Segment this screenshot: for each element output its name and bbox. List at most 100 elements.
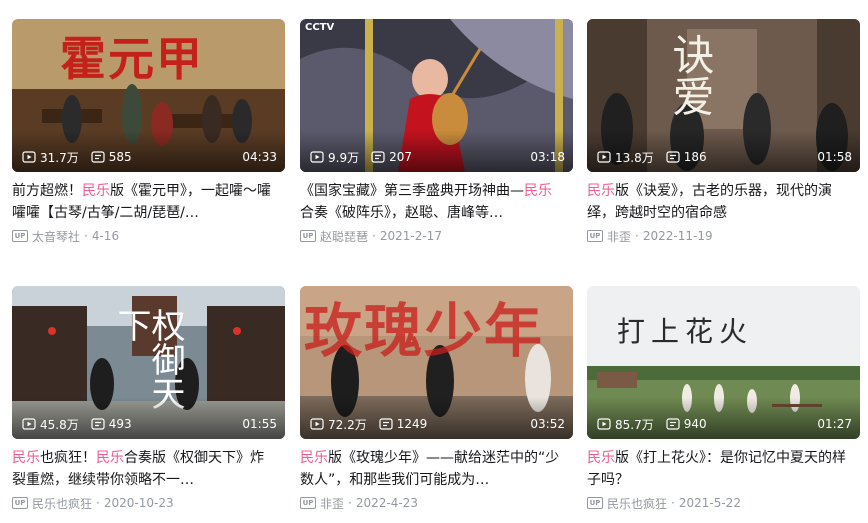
- title-text: 《国家宝藏》第三季盛典开场神曲—: [300, 183, 524, 199]
- video-thumbnail[interactable]: CCTV 9.9万 207 03:18: [300, 19, 573, 172]
- danmaku-count: 493: [91, 417, 132, 431]
- video-title[interactable]: 民乐版《玫瑰少年》——献给迷茫中的“少数人”，和那些我们可能成为…: [300, 447, 562, 491]
- play-count-icon: [597, 418, 611, 430]
- upload-date: 2021-2-17: [379, 229, 442, 243]
- title-keyword-highlight: 民乐: [587, 450, 615, 466]
- video-stats: 31.7万 585 04:33: [22, 148, 277, 166]
- video-grid: 霍元甲 31.7万 585 04:33 前方超燃！民乐版《霍元甲》，一起嚯～嚯嚯…: [0, 0, 868, 523]
- up-icon: UP: [12, 497, 28, 509]
- upload-date: 2021-5-22: [678, 496, 741, 510]
- title-text: 前方超燃！: [12, 183, 82, 199]
- danmaku-count: 585: [91, 150, 132, 164]
- uploader-name[interactable]: 太音琴社: [32, 228, 80, 245]
- play-count-icon: [22, 151, 36, 163]
- danmaku-icon: [371, 151, 385, 163]
- view-count: 85.7万: [597, 416, 654, 433]
- upload-date: 2022-11-19: [642, 229, 713, 243]
- video-duration: 04:33: [242, 150, 277, 164]
- video-thumbnail[interactable]: 玫瑰少年 72.2万 1249 03:52: [300, 286, 573, 439]
- title-text: 也疯狂！: [40, 450, 96, 466]
- view-count-text: 45.8万: [40, 417, 79, 432]
- title-keyword-highlight: 民乐: [300, 450, 328, 466]
- view-count: 31.7万: [22, 149, 79, 166]
- upload-date: 2022-4-23: [355, 496, 418, 510]
- view-count: 9.9万: [310, 149, 359, 166]
- view-count-text: 13.8万: [615, 150, 654, 165]
- video-thumbnail[interactable]: 权御天下 45.8万 493 01:55: [12, 286, 285, 439]
- video-stats: 85.7万 940 01:27: [597, 415, 852, 433]
- uploader-name[interactable]: 赵聪琵琶: [320, 228, 368, 245]
- upload-date: 4-16: [91, 229, 120, 243]
- title-keyword-highlight: 民乐: [82, 183, 110, 199]
- uploader-name[interactable]: 非歪: [320, 495, 344, 512]
- meta-separator: ·: [84, 229, 88, 243]
- view-count-text: 31.7万: [40, 150, 79, 165]
- video-card[interactable]: 诀爱 13.8万 186 01:58 民乐版《诀爱》，古老的乐器，现代的演绎，跨…: [587, 19, 860, 244]
- meta-separator: ·: [348, 496, 352, 510]
- view-count: 45.8万: [22, 416, 79, 433]
- video-duration: 01:27: [817, 417, 852, 431]
- danmaku-count: 1249: [379, 417, 428, 431]
- meta-separator: ·: [635, 229, 639, 243]
- danmaku-icon: [379, 418, 393, 430]
- thumbnail-overlay-title: 打上花火: [617, 315, 754, 348]
- video-meta: UP 太音琴社 · 4-16: [12, 228, 285, 244]
- video-title[interactable]: 民乐版《诀爱》，古老的乐器，现代的演绎，跨越时空的宿命感: [587, 180, 849, 224]
- video-card[interactable]: 玫瑰少年 72.2万 1249 03:52 民乐版《玫瑰少年》——献给迷茫中的“…: [300, 286, 573, 511]
- video-title[interactable]: 前方超燃！民乐版《霍元甲》，一起嚯～嚯嚯嚯【古琴/古筝/二胡/琵琶/…: [12, 180, 274, 224]
- danmaku-count-text: 186: [683, 150, 707, 164]
- thumbnail-overlay-title: 玫瑰少年: [304, 297, 545, 365]
- video-duration: 03:52: [530, 417, 565, 431]
- up-icon: UP: [587, 230, 603, 242]
- play-count-icon: [310, 151, 324, 163]
- video-duration: 01:55: [242, 417, 277, 431]
- video-card[interactable]: 霍元甲 31.7万 585 04:33 前方超燃！民乐版《霍元甲》，一起嚯～嚯嚯…: [12, 19, 285, 244]
- up-icon: UP: [12, 230, 28, 242]
- meta-separator: ·: [372, 229, 376, 243]
- video-thumbnail[interactable]: 诀爱 13.8万 186 01:58: [587, 19, 860, 172]
- video-card[interactable]: 打上花火 85.7万 940 01:27 民乐版《打上花火》：是你记忆中夏天的样…: [587, 286, 860, 511]
- title-keyword-highlight: 民乐: [96, 450, 124, 466]
- video-stats: 45.8万 493 01:55: [22, 415, 277, 433]
- video-meta: UP 非歪 · 2022-4-23: [300, 495, 573, 511]
- title-keyword-highlight: 民乐: [12, 450, 40, 466]
- view-count: 72.2万: [310, 416, 367, 433]
- upload-date: 2020-10-23: [103, 496, 174, 510]
- video-title[interactable]: 《国家宝藏》第三季盛典开场神曲—民乐合奏《破阵乐》，赵聪、唐峰等…: [300, 180, 562, 224]
- video-meta: UP 非歪 · 2022-11-19: [587, 228, 860, 244]
- video-duration: 03:18: [530, 150, 565, 164]
- danmaku-count: 207: [371, 150, 412, 164]
- danmaku-count: 186: [666, 150, 707, 164]
- view-count: 13.8万: [597, 149, 654, 166]
- view-count-text: 72.2万: [328, 417, 367, 432]
- title-keyword-highlight: 民乐: [524, 183, 552, 199]
- danmaku-count-text: 1249: [396, 417, 428, 431]
- video-card[interactable]: 权御天下 45.8万 493 01:55 民乐也疯狂！民乐合奏版《权御天下》炸裂…: [12, 286, 285, 511]
- video-thumbnail[interactable]: 霍元甲 31.7万 585 04:33: [12, 19, 285, 172]
- video-card[interactable]: CCTV 9.9万 207 03:18 《国家宝藏》第三季盛典开场神曲—民乐合奏…: [300, 19, 573, 244]
- video-title[interactable]: 民乐版《打上花火》：是你记忆中夏天的样子吗？: [587, 447, 849, 491]
- video-meta: UP 民乐也疯狂 · 2020-10-23: [12, 495, 285, 511]
- view-count-text: 9.9万: [328, 150, 360, 165]
- video-thumbnail[interactable]: 打上花火 85.7万 940 01:27: [587, 286, 860, 439]
- video-title[interactable]: 民乐也疯狂！民乐合奏版《权御天下》炸裂重燃，继续带你领略不一…: [12, 447, 274, 491]
- uploader-name[interactable]: 非歪: [607, 228, 631, 245]
- danmaku-icon: [91, 151, 105, 163]
- up-icon: UP: [587, 497, 603, 509]
- play-count-icon: [310, 418, 324, 430]
- video-meta: UP 民乐也疯狂 · 2021-5-22: [587, 495, 860, 511]
- video-stats: 9.9万 207 03:18: [310, 148, 565, 166]
- danmaku-count: 940: [666, 417, 707, 431]
- meta-separator: ·: [671, 496, 675, 510]
- up-icon: UP: [300, 497, 316, 509]
- meta-separator: ·: [96, 496, 100, 510]
- danmaku-count-text: 940: [683, 417, 707, 431]
- thumbnail-overlay-title: 霍元甲: [60, 32, 204, 86]
- uploader-name[interactable]: 民乐也疯狂: [32, 495, 92, 512]
- view-count-text: 85.7万: [615, 417, 654, 432]
- title-text: 版《打上花火》：是你记忆中夏天的样子吗？: [587, 450, 846, 488]
- danmaku-icon: [666, 418, 680, 430]
- uploader-name[interactable]: 民乐也疯狂: [607, 495, 667, 512]
- title-text: 版《诀爱》，古老的乐器，现代的演绎，跨越时空的宿命感: [587, 183, 832, 221]
- thumbnail-overlay-title: 诀爱: [666, 33, 715, 117]
